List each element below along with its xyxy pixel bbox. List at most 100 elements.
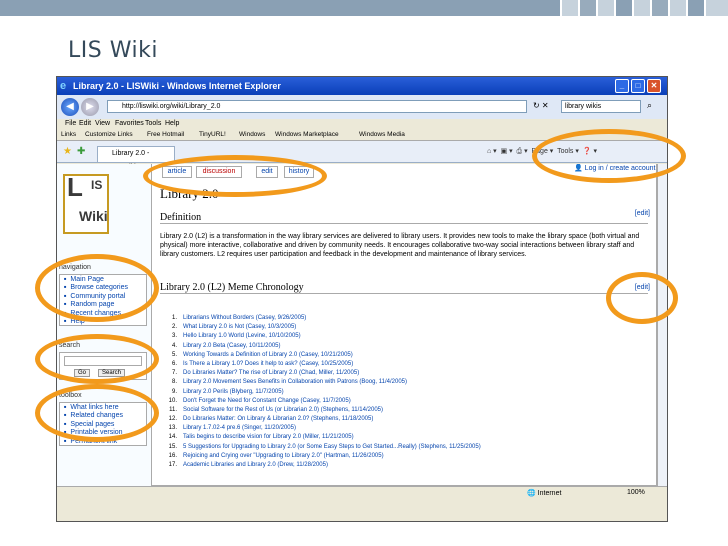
chronology-item[interactable]: 7. Do Libraries Matter? The rise of Libra…	[164, 369, 644, 378]
chronology-item[interactable]: 17. Academic Libraries and Library 2.0 (D…	[164, 461, 644, 470]
chronology-link[interactable]: What Library 2.0 is Not (Casey, 10/3/200…	[183, 324, 296, 330]
chronology-item[interactable]: 4. Library 2.0 Beta (Casey, 10/11/2005)	[164, 342, 644, 351]
section-chronology: Library 2.0 (L2) Meme Chronology	[160, 282, 648, 294]
slide: LIS Wiki e Library 2.0 - LISWiki - Windo…	[0, 0, 728, 546]
horizontal-scrollbar[interactable]	[57, 500, 667, 521]
link-marketplace[interactable]: Windows Marketplace	[275, 131, 339, 138]
back-button[interactable]: ◀	[61, 98, 79, 116]
chronology-item[interactable]: 12. Do Libraries Matter: On Library & Lib…	[164, 415, 644, 424]
highlight-ring-navigation	[35, 254, 159, 322]
chronology-link[interactable]: Social Software for the Rest of Us (or L…	[183, 407, 383, 413]
menu-bar: File Edit View Favorites Tools Help	[57, 119, 667, 130]
menu-help[interactable]: Help	[165, 120, 179, 127]
chronology-link[interactable]: Working Towards a Definition of Library …	[183, 352, 353, 358]
chronology-link[interactable]: Hello Library 1.0 World (Levine, 10/10/2…	[183, 333, 301, 339]
link-hotmail[interactable]: Free Hotmail	[147, 131, 184, 138]
print-icon[interactable]: ⎙ ▾	[517, 148, 528, 155]
link-tinyurl[interactable]: TinyURL!	[199, 131, 226, 138]
chronology-item[interactable]: 11. Social Software for the Rest of Us (o…	[164, 406, 644, 415]
ie-logo-icon: e	[60, 80, 67, 92]
chronology-number: 12.	[168, 416, 177, 423]
zoom-level[interactable]: 100%	[627, 489, 645, 496]
chronology-item[interactable]: 13. Library 1.7.02-4 pre.6 (Singer, 11/20…	[164, 424, 644, 433]
link-windows[interactable]: Windows	[239, 131, 265, 138]
refresh-icon[interactable]: ↻ ✕	[533, 101, 549, 110]
favorites-star-icon[interactable]: ★	[63, 146, 72, 157]
chronology-item[interactable]: 9. Library 2.0 Perils (Blyberg, 11/7/2005…	[164, 388, 644, 397]
chronology-link[interactable]: Librarians Without Borders (Casey, 9/26/…	[183, 315, 306, 321]
links-label: Links	[61, 131, 77, 138]
chronology-number: 10.	[168, 397, 177, 404]
window-title: Library 2.0 - LISWiki - Windows Internet…	[73, 81, 281, 91]
menu-view[interactable]: View	[95, 120, 110, 127]
chronology-item[interactable]: 1. Librarians Without Borders (Casey, 9/2…	[164, 314, 644, 323]
chronology-item[interactable]: 5. Working Towards a Definition of Librar…	[164, 351, 644, 360]
article-panel: article discussion edit history 👤 Log in…	[151, 164, 657, 486]
chronology-number: 17.	[168, 462, 177, 468]
minimize-button[interactable]: _	[615, 79, 629, 93]
link-customize[interactable]: Customize Links	[85, 131, 133, 138]
chronology-item[interactable]: 6. Is There a Library 1.0? Does it help t…	[164, 360, 644, 369]
chronology-link[interactable]: Talis begins to describe vision for Libr…	[183, 434, 354, 440]
chronology-link[interactable]: Library 2.0 Movement Sees Benefits in Co…	[183, 379, 407, 385]
chronology-number: 11.	[169, 406, 177, 413]
close-button[interactable]: ✕	[647, 79, 661, 93]
address-bar: ◀ ▶ http://liswiki.org/wiki/Library_2.0 …	[57, 95, 667, 119]
chronology-number: 4.	[171, 342, 177, 349]
chronology-item[interactable]: 15. 5 Suggestions for Upgrading to Librar…	[164, 443, 644, 452]
chronology-item[interactable]: 16. Rejoicing and Crying over "Upgrading …	[164, 452, 644, 461]
title-decoration	[0, 0, 728, 24]
search-go-icon[interactable]: ⌕	[647, 100, 652, 111]
chronology-item[interactable]: 8. Library 2.0 Movement Sees Benefits in …	[164, 378, 644, 387]
highlight-ring-toolbar	[532, 129, 686, 183]
chronology-link[interactable]: Is There a Library 1.0? Does it help to …	[183, 361, 353, 367]
chronology-number: 6.	[171, 360, 177, 367]
edit-definition-link[interactable]: [edit]	[635, 210, 650, 217]
url-text: http://liswiki.org/wiki/Library_2.0	[122, 103, 221, 110]
chronology-item[interactable]: 2. What Library 2.0 is Not (Casey, 10/3/2…	[164, 323, 644, 332]
vertical-scrollbar[interactable]	[657, 164, 667, 486]
live-search-input[interactable]: library wikis	[561, 100, 641, 113]
section-definition: Definition	[160, 212, 648, 224]
liswiki-logo[interactable]: L IS Wiki	[63, 172, 109, 234]
chronology-item[interactable]: 14. Talis begins to describe vision for L…	[164, 433, 644, 442]
chronology-number: 8.	[171, 379, 177, 386]
highlight-ring-toolbox	[35, 384, 159, 442]
chronology-number: 14.	[168, 434, 177, 441]
tab-library[interactable]: Library 2.0 - LISWiki	[97, 146, 175, 171]
chronology-number: 5.	[171, 351, 177, 358]
chronology-item[interactable]: 3. Hello Library 1.0 World (Levine, 10/10…	[164, 332, 644, 341]
slide-title: LIS Wiki	[68, 38, 158, 63]
chronology-link[interactable]: Do Libraries Matter? The rise of Library…	[183, 370, 359, 376]
feeds-icon[interactable]: ▣ ▾	[501, 148, 513, 155]
chronology-item[interactable]: 10. Don't Forget the Need for Constant Ch…	[164, 397, 644, 406]
chronology-link[interactable]: Library 2.0 Perils (Blyberg, 11/7/2005)	[183, 389, 284, 395]
chronology-number: 3.	[171, 333, 177, 340]
chronology-link[interactable]: Library 1.7.02-4 pre.6 (Singer, 11/20/20…	[183, 425, 296, 431]
maximize-button[interactable]: □	[631, 79, 645, 93]
chronology-list: 1. Librarians Without Borders (Casey, 9/2…	[164, 314, 644, 470]
search-text: library wikis	[565, 103, 602, 110]
menu-favorites[interactable]: Favorites	[115, 120, 144, 127]
chronology-link[interactable]: Academic Libraries and Library 2.0 (Drew…	[183, 462, 328, 468]
chronology-number: 1.	[171, 315, 177, 321]
window-titlebar: e Library 2.0 - LISWiki - Windows Intern…	[57, 77, 667, 95]
chronology-number: 15.	[168, 443, 177, 450]
link-media[interactable]: Windows Media	[359, 131, 405, 138]
add-favorites-icon[interactable]: ✚	[77, 146, 85, 157]
highlight-ring-tabs	[143, 155, 327, 197]
home-icon[interactable]: ⌂ ▾	[487, 148, 497, 155]
chronology-link[interactable]: Rejoicing and Crying over "Upgrading to …	[183, 453, 384, 459]
chronology-link[interactable]: 5 Suggestions for Upgrading to Library 2…	[183, 444, 481, 450]
chronology-link[interactable]: Don't Forget the Need for Constant Chang…	[183, 398, 351, 404]
menu-tools[interactable]: Tools	[145, 120, 161, 127]
chronology-number: 7.	[171, 370, 177, 377]
chronology-number: 2.	[171, 324, 177, 331]
chronology-link[interactable]: Library 2.0 Beta (Casey, 10/11/2005)	[183, 343, 281, 349]
menu-edit[interactable]: Edit	[79, 120, 91, 127]
url-field[interactable]: http://liswiki.org/wiki/Library_2.0	[107, 100, 527, 113]
chronology-link[interactable]: Do Libraries Matter: On Library & Librar…	[183, 416, 373, 422]
highlight-ring-search	[35, 334, 159, 384]
forward-button[interactable]: ▶	[81, 98, 99, 116]
menu-file[interactable]: File	[65, 120, 76, 127]
